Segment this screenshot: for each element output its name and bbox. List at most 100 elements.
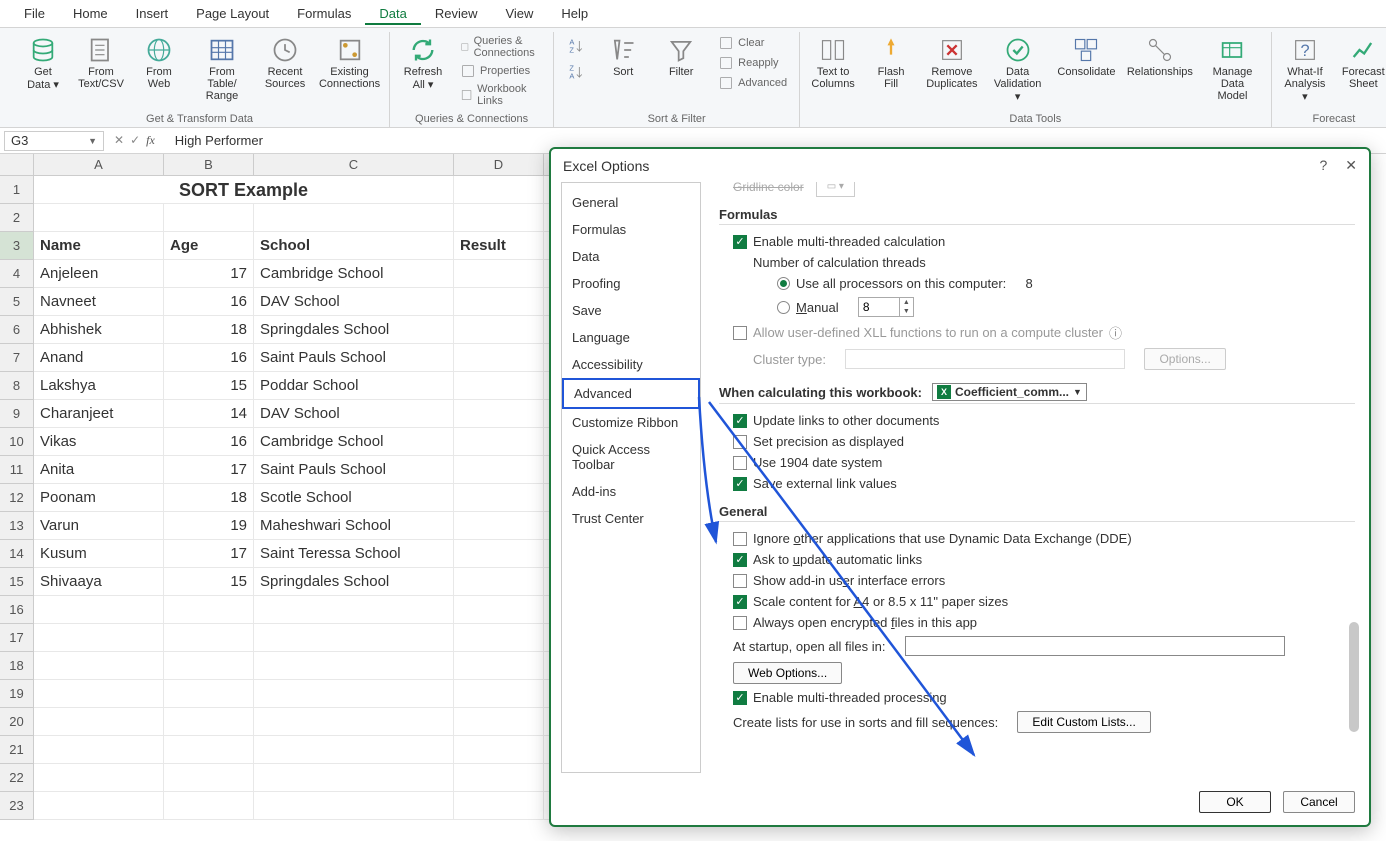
- row-header-16[interactable]: 16: [0, 596, 34, 624]
- row-header-11[interactable]: 11: [0, 456, 34, 484]
- cell[interactable]: Anand: [34, 344, 164, 372]
- cell[interactable]: Anjeleen: [34, 260, 164, 288]
- ribbon-rel[interactable]: Relationships: [1125, 34, 1194, 80]
- cell[interactable]: Springdales School: [254, 316, 454, 344]
- radio-use-all-processors[interactable]: [777, 277, 790, 290]
- cell[interactable]: Abhishek: [34, 316, 164, 344]
- checkbox-use-1904[interactable]: [733, 456, 747, 470]
- row-header-2[interactable]: 2: [0, 204, 34, 232]
- nav-quick-access-toolbar[interactable]: Quick Access Toolbar: [562, 436, 700, 478]
- ribbon-rd[interactable]: RemoveDuplicates: [924, 34, 980, 92]
- col-header-D[interactable]: D: [454, 154, 544, 176]
- ribbon-workbook-links[interactable]: Workbook Links: [456, 82, 545, 108]
- ok-button[interactable]: OK: [1199, 791, 1271, 813]
- row-header-21[interactable]: 21: [0, 736, 34, 764]
- ribbon-dv[interactable]: DataValidation ▾: [988, 34, 1048, 105]
- row-header-15[interactable]: 15: [0, 568, 34, 596]
- name-box[interactable]: G3 ▼: [4, 131, 104, 151]
- row-header-23[interactable]: 23: [0, 792, 34, 820]
- cell[interactable]: Saint Pauls School: [254, 344, 454, 372]
- cell[interactable]: [164, 792, 254, 820]
- nav-add-ins[interactable]: Add-ins: [562, 478, 700, 505]
- row-header-12[interactable]: 12: [0, 484, 34, 512]
- cell[interactable]: 16: [164, 288, 254, 316]
- row-header-13[interactable]: 13: [0, 512, 34, 540]
- cell[interactable]: [454, 176, 544, 204]
- enter-formula-icon[interactable]: ✓: [130, 133, 140, 148]
- cell[interactable]: Anita: [34, 456, 164, 484]
- checkbox-show-addin-err[interactable]: [733, 574, 747, 588]
- header-cell[interactable]: Age: [164, 232, 254, 260]
- ribbon-fs[interactable]: ForecastSheet: [1338, 34, 1386, 92]
- ribbon-db[interactable]: GetData ▾: [18, 34, 68, 93]
- cell[interactable]: [254, 652, 454, 680]
- col-header-B[interactable]: B: [164, 154, 254, 176]
- row-header-3[interactable]: 3: [0, 232, 34, 260]
- cell[interactable]: [454, 792, 544, 820]
- cell[interactable]: 16: [164, 428, 254, 456]
- checkbox-enable-mt-proc[interactable]: [733, 691, 747, 705]
- nav-save[interactable]: Save: [562, 297, 700, 324]
- input-startup-files[interactable]: [905, 636, 1285, 656]
- nav-formulas[interactable]: Formulas: [562, 216, 700, 243]
- cell[interactable]: [454, 652, 544, 680]
- menu-page-layout[interactable]: Page Layout: [182, 2, 283, 25]
- cell[interactable]: 19: [164, 512, 254, 540]
- cell[interactable]: [454, 288, 544, 316]
- cell[interactable]: [454, 540, 544, 568]
- checkbox-ignore-dde[interactable]: [733, 532, 747, 546]
- cell[interactable]: [254, 708, 454, 736]
- row-header-10[interactable]: 10: [0, 428, 34, 456]
- cell[interactable]: 17: [164, 456, 254, 484]
- cell[interactable]: 17: [164, 540, 254, 568]
- row-header-5[interactable]: 5: [0, 288, 34, 316]
- cell[interactable]: [454, 260, 544, 288]
- cell[interactable]: Charanjeet: [34, 400, 164, 428]
- checkbox-update-links[interactable]: [733, 414, 747, 428]
- cell[interactable]: [34, 204, 164, 232]
- cell[interactable]: Shivaaya: [34, 568, 164, 596]
- cell[interactable]: [34, 652, 164, 680]
- nav-general[interactable]: General: [562, 189, 700, 216]
- ribbon-cons[interactable]: Consolidate: [1056, 34, 1118, 80]
- cell[interactable]: [254, 624, 454, 652]
- info-icon[interactable]: ⓘ: [1109, 323, 1122, 342]
- cell[interactable]: Vikas: [34, 428, 164, 456]
- cell[interactable]: [34, 764, 164, 792]
- cell[interactable]: [34, 736, 164, 764]
- header-cell[interactable]: Name: [34, 232, 164, 260]
- radio-manual-threads[interactable]: [777, 301, 790, 314]
- cell[interactable]: 16: [164, 344, 254, 372]
- ribbon-advanced[interactable]: Advanced: [714, 74, 791, 92]
- cell[interactable]: [254, 764, 454, 792]
- menu-view[interactable]: View: [491, 2, 547, 25]
- cell[interactable]: 17: [164, 260, 254, 288]
- menu-file[interactable]: File: [10, 2, 59, 25]
- ribbon-csv[interactable]: FromText/CSV: [76, 34, 126, 92]
- checkbox-save-external[interactable]: [733, 477, 747, 491]
- cell[interactable]: [454, 708, 544, 736]
- checkbox-ask-update[interactable]: [733, 553, 747, 567]
- row-header-19[interactable]: 19: [0, 680, 34, 708]
- ribbon-wi[interactable]: ?What-IfAnalysis ▾: [1280, 34, 1331, 105]
- nav-data[interactable]: Data: [562, 243, 700, 270]
- cell[interactable]: [164, 652, 254, 680]
- row-header-6[interactable]: 6: [0, 316, 34, 344]
- ribbon-queries---connections[interactable]: Queries & Connections: [456, 34, 545, 60]
- cell[interactable]: [254, 680, 454, 708]
- col-header-C[interactable]: C: [254, 154, 454, 176]
- row-header-18[interactable]: 18: [0, 652, 34, 680]
- ribbon-recent[interactable]: RecentSources: [260, 34, 310, 92]
- header-cell[interactable]: School: [254, 232, 454, 260]
- cell[interactable]: [34, 596, 164, 624]
- cell[interactable]: [164, 596, 254, 624]
- cell[interactable]: [454, 428, 544, 456]
- ribbon-ff[interactable]: FlashFill: [866, 34, 916, 92]
- header-cell[interactable]: Result: [454, 232, 544, 260]
- nav-proofing[interactable]: Proofing: [562, 270, 700, 297]
- cell[interactable]: 18: [164, 316, 254, 344]
- cell[interactable]: [164, 624, 254, 652]
- cell[interactable]: Maheshwari School: [254, 512, 454, 540]
- ribbon-filter[interactable]: Filter: [656, 34, 706, 80]
- checkbox-open-encrypted[interactable]: [733, 616, 747, 630]
